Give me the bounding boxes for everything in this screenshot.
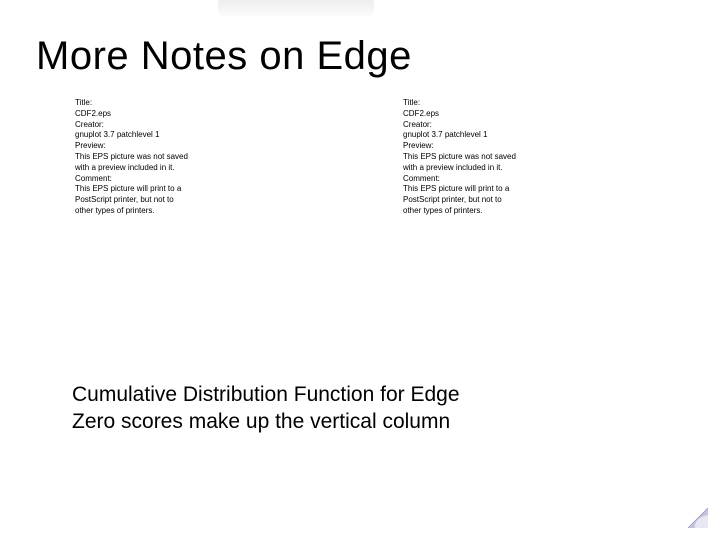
body-line-1: Cumulative Distribution Function for Edg… (72, 381, 460, 408)
eps-title-value: CDF2.eps (403, 109, 593, 120)
eps-comment-text: This EPS picture will print to a (75, 184, 265, 195)
eps-preview-text: with a preview included in it. (403, 163, 593, 174)
eps-comment-text: other types of printers. (75, 206, 265, 217)
eps-title-value: CDF2.eps (75, 109, 265, 120)
eps-comment-label: Comment: (75, 174, 265, 185)
eps-title-label: Title: (75, 98, 265, 109)
eps-preview-text: This EPS picture was not saved (75, 152, 265, 163)
eps-creator-label: Creator: (75, 120, 265, 131)
page-curl-icon (688, 508, 708, 528)
eps-comment-text: other types of printers. (403, 206, 593, 217)
top-shadow-decoration (218, 0, 374, 16)
eps-preview-label: Preview: (403, 141, 593, 152)
eps-creator-label: Creator: (403, 120, 593, 131)
slide-title: More Notes on Edge (36, 34, 412, 79)
eps-creator-value: gnuplot 3.7 patchlevel 1 (75, 130, 265, 141)
body-line-2: Zero scores make up the vertical column (72, 408, 460, 435)
eps-preview-text: with a preview included in it. (75, 163, 265, 174)
eps-comment-text: This EPS picture will print to a (403, 184, 593, 195)
eps-creator-value: gnuplot 3.7 patchlevel 1 (403, 130, 593, 141)
eps-comment-label: Comment: (403, 174, 593, 185)
eps-title-label: Title: (403, 98, 593, 109)
eps-comment-text: PostScript printer, but not to (75, 195, 265, 206)
eps-placeholder-left: Title: CDF2.eps Creator: gnuplot 3.7 pat… (75, 98, 265, 217)
eps-preview-text: This EPS picture was not saved (403, 152, 593, 163)
eps-comment-text: PostScript printer, but not to (403, 195, 593, 206)
eps-placeholder-right: Title: CDF2.eps Creator: gnuplot 3.7 pat… (403, 98, 593, 217)
slide-body-text: Cumulative Distribution Function for Edg… (72, 381, 460, 436)
slide: More Notes on Edge Title: CDF2.eps Creat… (0, 0, 720, 540)
eps-preview-label: Preview: (75, 141, 265, 152)
